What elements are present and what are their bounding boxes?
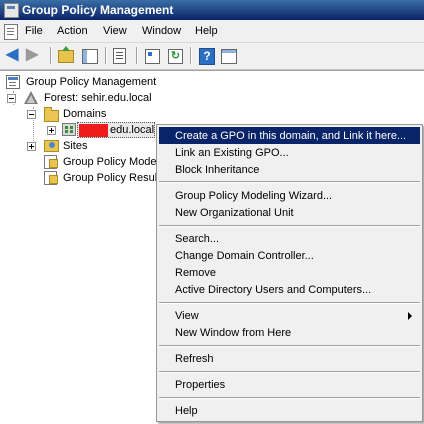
toolbar-separator [105,47,107,64]
tree-node-domain-label: edu.local [110,124,155,136]
tree-node-forest-label: Forest: sehir.edu.local [44,92,152,104]
clipboard-icon[interactable] [113,48,126,64]
menu-aduc[interactable]: Active Directory Users and Computers... [159,281,420,298]
refresh-icon[interactable]: ↻ [168,49,183,64]
menu-view[interactable]: View [159,307,420,324]
window-title: Group Policy Management [22,3,174,17]
menu-file[interactable]: File [25,25,43,37]
menu-separator [159,302,420,304]
menu-separator [159,397,420,399]
menu-search[interactable]: Search... [159,230,420,247]
tree-node-results-label: Group Policy Result [63,172,161,184]
show-hide-tree-icon[interactable] [82,49,98,64]
redaction-mark [79,124,108,137]
toolbar-separator [50,47,52,64]
menu-new-window[interactable]: New Window from Here [159,324,420,341]
menu-item-label: View [175,310,199,322]
tree-node-modeling[interactable]: Group Policy Modeli [44,154,161,170]
menu-block-inheritance[interactable]: Block Inheritance [159,161,420,178]
folder-icon [44,107,59,122]
menu-separator [159,345,420,347]
toolbar-separator [190,47,192,64]
tree-node-domains[interactable]: Domains [27,106,167,122]
menu-link-existing-gpo[interactable]: Link an Existing GPO... [159,144,420,161]
menu-item-label: Active Directory Users and Computers... [175,284,372,296]
menu-item-label: New Window from Here [175,327,292,339]
properties-icon[interactable] [145,49,160,64]
menu-item-label: Remove [175,267,216,279]
help-icon[interactable]: ? [199,48,215,65]
tree-node-results[interactable]: Group Policy Result [44,170,160,186]
up-one-level-icon[interactable] [58,46,74,63]
menu-help[interactable]: Help [159,402,420,419]
menu-change-dc[interactable]: Change Domain Controller... [159,247,420,264]
tree-node-forest[interactable]: Forest: sehir.edu.local [7,90,177,106]
menu-item-label: Link an Existing GPO... [175,147,289,159]
context-menu: Create a GPO in this domain, and Link it… [156,124,423,422]
tree-node-domains-label: Domains [63,108,107,120]
forward-arrow-icon[interactable]: ▶ [26,47,42,63]
expand-icon[interactable] [27,142,36,151]
tree-node-domain[interactable]: edu.local [0,122,158,138]
menu-separator [159,371,420,373]
tree-node-sites[interactable]: Sites [27,138,157,154]
collapse-icon[interactable] [27,110,36,119]
tree-node-modeling-label: Group Policy Modeli [63,156,162,168]
menu-item-label: Properties [175,379,226,391]
menu-item-label: Block Inheritance [175,164,260,176]
document-icon[interactable] [4,24,18,40]
menu-refresh[interactable]: Refresh [159,350,420,367]
expand-icon[interactable] [47,126,56,135]
tree-node-sites-label: Sites [63,140,88,152]
menu-separator [159,225,420,227]
menu-item-label: Change Domain Controller... [175,250,314,262]
menu-item-label: Search... [175,233,220,245]
console-view-icon[interactable] [221,49,237,64]
sites-icon [44,140,59,152]
tree-node-root[interactable]: Group Policy Management [5,74,175,90]
menu-item-label: Refresh [175,353,214,365]
collapse-icon[interactable] [7,94,16,103]
menu-action[interactable]: Action [57,25,88,37]
toolbar-separator [136,47,138,64]
menu-separator [159,181,420,183]
app-icon [4,3,19,18]
menu-modeling-wizard[interactable]: Group Policy Modeling Wizard... [159,187,420,204]
menu-help[interactable]: Help [195,25,218,37]
menu-item-label: Create a GPO in this domain, and Link it… [175,130,407,142]
menu-item-label: Group Policy Modeling Wizard... [175,190,333,202]
results-icon [44,171,58,185]
menu-bar: File Action View Window Help [0,20,424,43]
menu-item-label: Help [175,405,198,417]
tree-node-root-label: Group Policy Management [26,76,157,88]
modeling-icon [44,155,58,169]
group-policy-management-icon [6,75,20,89]
menu-remove[interactable]: Remove [159,264,420,281]
menu-window[interactable]: Window [142,25,181,37]
forest-icon [24,91,38,104]
domain-icon [62,123,76,136]
title-bar: Group Policy Management [0,0,424,20]
submenu-arrow-icon [408,312,412,320]
menu-properties[interactable]: Properties [159,376,420,393]
menu-new-ou[interactable]: New Organizational Unit [159,204,420,221]
menu-view[interactable]: View [103,25,127,37]
menu-item-label: New Organizational Unit [175,207,294,219]
toolbar: ◀ ▶ ↻ ? [0,43,424,70]
menu-create-gpo-and-link[interactable]: Create a GPO in this domain, and Link it… [159,127,420,144]
back-arrow-icon[interactable]: ◀ [6,47,22,63]
